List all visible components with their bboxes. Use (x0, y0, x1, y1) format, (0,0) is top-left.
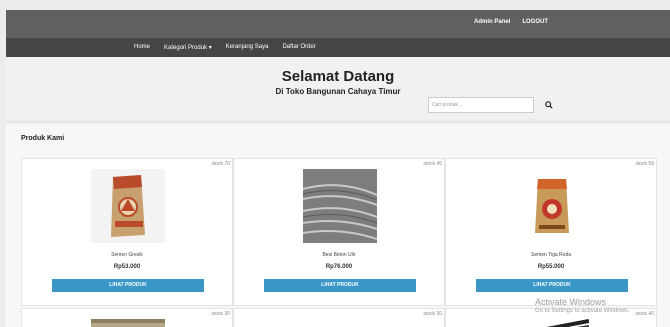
product-name: Besi Beton Ulir (322, 252, 356, 258)
product-name: Semen Gresik (111, 252, 143, 258)
stock-label: stock 30 (423, 311, 442, 317)
view-product-button[interactable]: LIHAT PRODUK (264, 279, 416, 292)
product-card: stock 30 (21, 308, 233, 327)
product-price: Rp76.000 (325, 264, 353, 270)
nav-kategori[interactable]: Kategori Produk ▾ (164, 44, 212, 51)
view-product-button[interactable]: LIHAT PRODUK (52, 279, 204, 292)
caret-down-icon: ▾ (208, 45, 212, 51)
page-subtitle: Di Toko Bangunan Cahaya Timur (275, 87, 401, 96)
top-bar: Admin Panel LOGOUT (6, 10, 670, 38)
product-card: stock 45 Besi Beton Ulir Rp76.000 LIHAT … (233, 158, 445, 306)
logout-link[interactable]: LOGOUT (522, 19, 548, 25)
product-card: stock 70 Semen Gresik Rp53.000 LIHAT PRO… (21, 158, 233, 306)
product-card: stock 59 Semen Tiga Roda Rp55.000 LIHAT … (445, 158, 657, 306)
main-nav: Home Kategori Produk ▾ Keranjang Saya Da… (6, 38, 670, 57)
admin-panel-link[interactable]: Admin Panel (474, 19, 510, 25)
nav-kategori-label: Kategori Produk (164, 45, 208, 51)
stock-label: stock 70 (211, 161, 230, 167)
stock-label: stock 59 (635, 161, 654, 167)
product-price: Rp53.000 (113, 264, 141, 270)
watermark-title: Activate Windows (535, 297, 607, 307)
product-image[interactable] (91, 319, 165, 327)
search-button[interactable] (540, 97, 558, 113)
section-title: Produk Kami (21, 135, 65, 142)
stock-label: stock 40 (635, 311, 654, 317)
view-product-button[interactable]: LIHAT PRODUK (476, 279, 628, 292)
product-name: Semen Tiga Roda (530, 252, 572, 258)
stock-label: stock 45 (423, 161, 442, 167)
product-card: stock 30 (233, 308, 445, 327)
product-image-semen-tiga-roda[interactable] (515, 169, 589, 243)
product-price: Rp55.000 (537, 264, 565, 270)
search-icon (545, 101, 553, 109)
search-input[interactable]: Cari produk... (428, 97, 534, 113)
watermark-subtitle: Go to Settings to activate Windows. (535, 308, 630, 314)
hero: Selamat Datang Di Toko Bangunan Cahaya T… (6, 57, 670, 119)
activate-windows-watermark: Activate Windows Go to Settings to activ… (535, 297, 630, 314)
page-title: Selamat Datang (281, 68, 395, 85)
nav-home[interactable]: Home (134, 44, 150, 51)
nav-order[interactable]: Daftar Order (282, 44, 315, 51)
product-image-semen-gresik[interactable] (91, 169, 165, 243)
product-image-besi-beton[interactable] (303, 169, 377, 243)
stock-label: stock 30 (211, 311, 230, 317)
nav-keranjang[interactable]: Keranjang Saya (226, 44, 269, 51)
product-image[interactable] (515, 317, 589, 327)
